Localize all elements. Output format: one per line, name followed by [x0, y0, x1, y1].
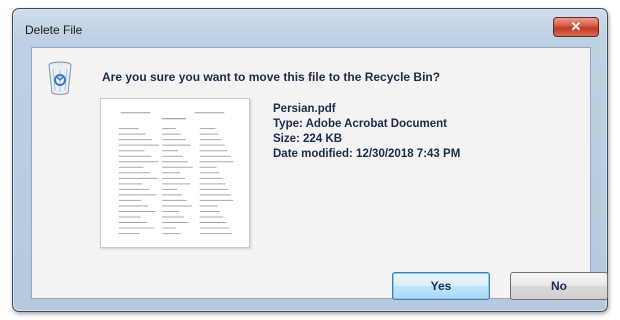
recycle-bin-icon	[48, 61, 72, 95]
file-size: Size: 224 KB	[273, 133, 343, 145]
file-details: Persian.pdf Type: Adobe Acrobat Document…	[273, 102, 460, 162]
dialog-content: Are you sure you want to move this file …	[31, 47, 608, 300]
delete-file-dialog: Delete File ✕ Are you sure you want to m…	[12, 8, 608, 312]
close-icon: ✕	[570, 19, 582, 34]
file-thumbnail	[100, 98, 250, 248]
file-name: Persian.pdf	[273, 103, 336, 115]
file-type: Type: Adobe Acrobat Document	[273, 118, 447, 130]
confirmation-message: Are you sure you want to move this file …	[102, 70, 441, 84]
window-title: Delete File	[25, 23, 83, 37]
title-bar[interactable]: Delete File ✕	[13, 9, 607, 45]
close-button[interactable]: ✕	[553, 17, 599, 37]
yes-button[interactable]: Yes	[392, 272, 490, 300]
no-button[interactable]: No	[510, 272, 608, 300]
file-date-modified: Date modified: 12/30/2018 7:43 PM	[273, 148, 461, 160]
